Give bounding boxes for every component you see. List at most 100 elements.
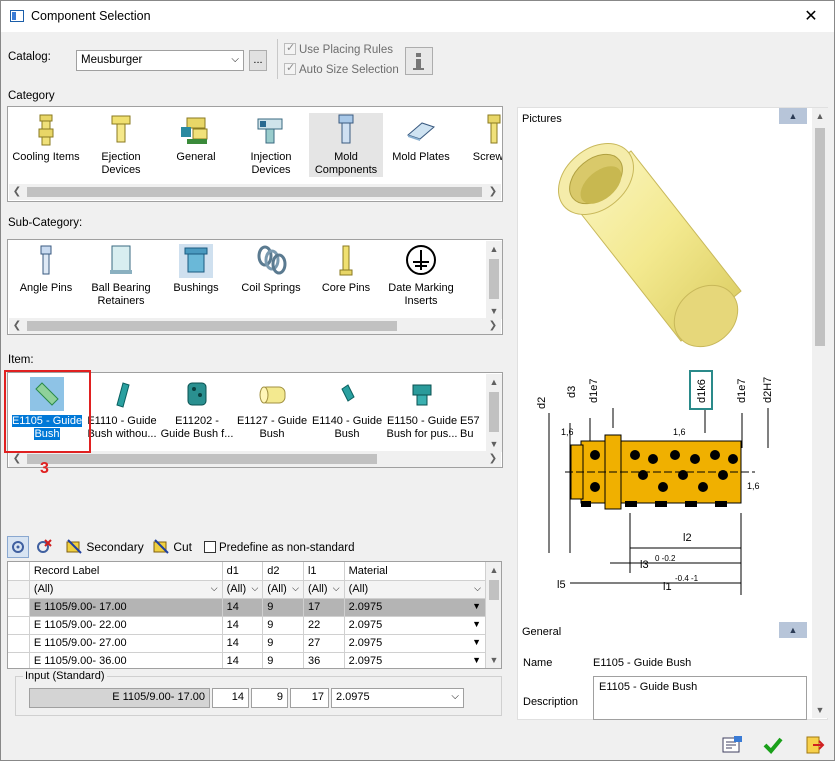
gear-icon xyxy=(12,541,24,553)
category-item-injection-devices[interactable]: Injection Devices xyxy=(234,113,308,177)
category-item-cooling-items[interactable]: Cooling Items xyxy=(9,113,83,164)
remove-filter-button[interactable] xyxy=(33,537,53,557)
catalog-browse-button[interactable]: ... xyxy=(249,50,267,71)
scroll-thumb[interactable] xyxy=(489,259,499,299)
filter-record-label[interactable]: (All) ⌵ xyxy=(29,580,223,599)
scroll-left-icon[interactable]: ❮ xyxy=(9,318,25,334)
input-d2-field[interactable]: 9 xyxy=(251,688,288,708)
collapse-general-button[interactable]: ▲ xyxy=(779,622,807,638)
scroll-thumb[interactable] xyxy=(27,187,482,197)
scroll-up-icon[interactable]: ▲ xyxy=(486,562,501,578)
table-row[interactable]: E 1105/9.00- 36.00 14 9 36 2.0975 ▼ xyxy=(8,652,487,668)
scroll-up-icon[interactable]: ▲ xyxy=(486,241,502,257)
item-e1150[interactable]: E1150 - Guide Bush for pus... xyxy=(385,377,459,441)
item-e1127[interactable]: E1127 - Guide Bush xyxy=(235,377,309,441)
component-selection-window: Component Selection ✕ Catalog: Meusburge… xyxy=(0,0,835,761)
category-hscrollbar[interactable]: ❮ ❯ xyxy=(9,184,501,200)
col-header-d1[interactable]: d1 xyxy=(222,562,264,581)
scroll-up-icon[interactable]: ▲ xyxy=(486,374,502,390)
catalog-dropdown[interactable]: Meusburger ⌵ xyxy=(76,50,244,71)
scroll-right-icon[interactable]: ❯ xyxy=(485,318,501,334)
scroll-up-icon[interactable]: ▲ xyxy=(812,108,828,124)
cell-material[interactable]: 2.0975 ▼ xyxy=(344,634,487,653)
scroll-down-icon[interactable]: ▼ xyxy=(486,652,501,668)
input-l1-field[interactable]: 17 xyxy=(290,688,329,708)
table-row[interactable]: E 1105/9.00- 17.00 14 9 17 2.0975 ▼ xyxy=(8,598,487,617)
filter-l1[interactable]: (All) ⌵ xyxy=(303,580,345,599)
category-item-ejection-devices[interactable]: Ejection Devices xyxy=(84,113,158,177)
chevron-down-icon: ⌵ xyxy=(451,691,459,702)
scroll-down-icon[interactable]: ▼ xyxy=(486,303,502,319)
subcategory-vscrollbar[interactable]: ▲ ▼ xyxy=(486,241,502,319)
scroll-left-icon[interactable]: ❮ xyxy=(9,184,25,200)
screw-icon xyxy=(487,114,501,144)
cut-button[interactable]: Cut xyxy=(152,538,192,554)
cell-material[interactable]: 2.0975 ▼ xyxy=(344,616,487,635)
use-placing-rules-checkbox[interactable]: Use Placing Rules xyxy=(284,41,393,56)
scroll-thumb[interactable] xyxy=(815,128,825,346)
scroll-right-icon[interactable]: ❯ xyxy=(485,451,501,467)
subcategory-item-core-pins[interactable]: Core Pins xyxy=(309,244,383,295)
secondary-button[interactable]: Secondary xyxy=(65,538,144,554)
filter-d1[interactable]: (All) ⌵ xyxy=(222,580,264,599)
scroll-thumb[interactable] xyxy=(489,580,499,600)
subcategory-gallery: Angle Pins Ball Bearing Retainers Bushin… xyxy=(7,239,503,335)
subcategory-item-coil-springs[interactable]: Coil Springs xyxy=(234,244,308,295)
scroll-right-icon[interactable]: ❯ xyxy=(485,184,501,200)
item-e1110[interactable]: E1110 - Guide Bush withou... xyxy=(85,377,159,441)
col-header-record-label[interactable]: Record Label xyxy=(29,562,223,581)
info-button[interactable] xyxy=(405,47,433,75)
predefine-checkbox[interactable]: Predefine as non-standard xyxy=(204,541,355,554)
item-e1140[interactable]: E1140 - Guide Bush xyxy=(310,377,384,441)
item-e11202[interactable]: E11202 - Guide Bush f... xyxy=(160,377,234,441)
filter-d2[interactable]: (All) ⌵ xyxy=(262,580,304,599)
primary-view-button[interactable] xyxy=(7,536,29,558)
category-item-mold-plates[interactable]: Mold Plates xyxy=(384,113,458,164)
scroll-down-icon[interactable]: ▼ xyxy=(812,702,828,718)
category-item-screws[interactable]: Screws & xyxy=(459,113,502,164)
checkmark-icon xyxy=(763,737,783,754)
input-d1-field[interactable]: 14 xyxy=(212,688,249,708)
pictures-header: ▲ xyxy=(777,108,807,124)
subcategory-item-date-marking[interactable]: Date Marking Inserts xyxy=(384,244,458,308)
ok-button[interactable] xyxy=(761,734,787,756)
properties-button[interactable] xyxy=(720,734,746,756)
filter-material[interactable]: (All) ⌵ xyxy=(344,580,487,599)
dim-d1e7: d1e7 xyxy=(588,379,600,403)
scroll-down-icon[interactable]: ▼ xyxy=(486,436,502,452)
properties-icon xyxy=(722,736,742,753)
right-pane-vscrollbar[interactable]: ▲ ▼ xyxy=(812,108,828,718)
input-record-field[interactable]: E 1105/9.00- 17.00 xyxy=(29,688,210,708)
subcategory-item-label: Bushings xyxy=(173,282,219,294)
col-header-material[interactable]: Material xyxy=(344,562,487,581)
subcategory-item-angle-pins[interactable]: Angle Pins xyxy=(9,244,83,295)
cell-material[interactable]: 2.0975 ▼ xyxy=(344,652,487,668)
input-material-dropdown[interactable]: 2.0975 ⌵ xyxy=(331,688,464,708)
subcategory-item-ball-bearing[interactable]: Ball Bearing Retainers xyxy=(84,244,158,308)
guide-bush-icon xyxy=(187,382,207,406)
cancel-button[interactable] xyxy=(803,734,829,756)
item-vscrollbar[interactable]: ▲ ▼ xyxy=(486,374,502,452)
subcategory-item-bushings[interactable]: Bushings xyxy=(159,244,233,295)
cell-material[interactable]: 2.0975 ▼ xyxy=(344,598,487,617)
category-item-general[interactable]: General xyxy=(159,113,233,164)
col-header-d2[interactable]: d2 xyxy=(262,562,304,581)
collapse-pictures-button[interactable]: ▲ xyxy=(779,108,807,124)
category-item-mold-components[interactable]: Mold Components xyxy=(309,113,383,177)
scroll-thumb[interactable] xyxy=(27,454,377,464)
scroll-left-icon[interactable]: ❮ xyxy=(9,451,25,467)
col-header-l1[interactable]: l1 xyxy=(303,562,345,581)
auto-size-selection-checkbox[interactable]: Auto Size Selection xyxy=(284,61,399,76)
item-label: E1140 - Guide Bush xyxy=(311,415,383,440)
selection-highlight-box xyxy=(4,370,91,453)
scroll-thumb[interactable] xyxy=(489,392,499,432)
description-field[interactable]: E1105 - Guide Bush xyxy=(593,676,807,720)
scroll-thumb[interactable] xyxy=(27,321,397,331)
table-row[interactable]: E 1105/9.00- 22.00 14 9 22 2.0975 ▼ xyxy=(8,616,487,635)
grid-vscrollbar[interactable]: ▲ ▼ xyxy=(486,562,501,668)
close-button[interactable]: ✕ xyxy=(788,1,834,32)
subcategory-hscrollbar[interactable]: ❮ ❯ xyxy=(9,318,501,334)
item-hscrollbar[interactable]: ❮ ❯ xyxy=(9,451,501,467)
table-row[interactable]: E 1105/9.00- 27.00 14 9 27 2.0975 ▼ xyxy=(8,634,487,653)
cell-l1: 17 xyxy=(303,598,345,617)
